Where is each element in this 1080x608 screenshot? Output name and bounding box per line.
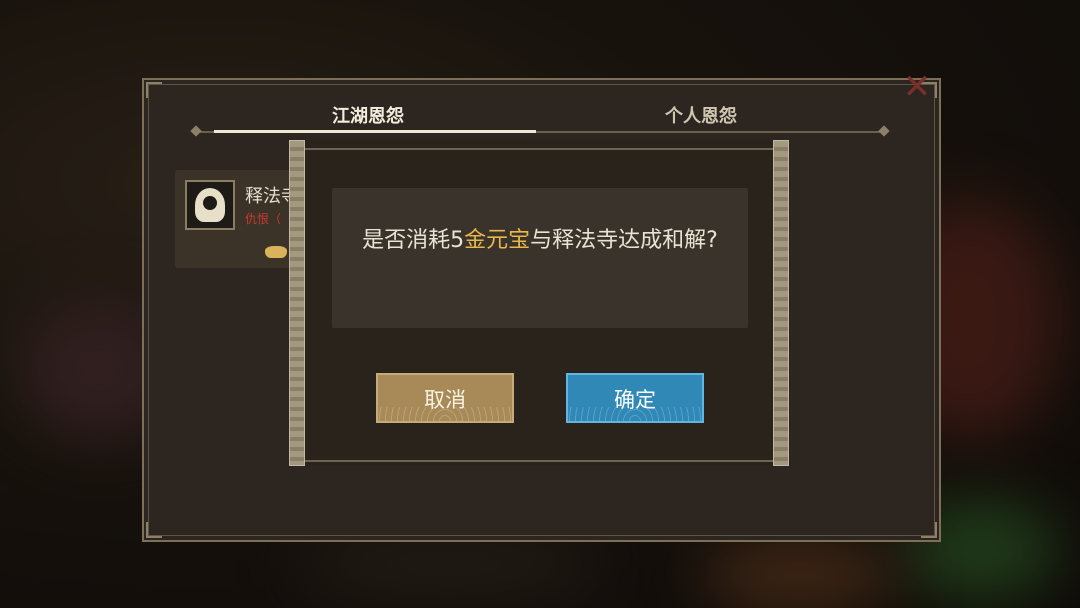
message-text-after: 与释法寺达成和解? (530, 228, 718, 253)
scroll-rod-right (773, 140, 789, 466)
tab-personal-feud[interactable]: 个人恩怨 (665, 102, 737, 128)
gold-ingot-icon (265, 246, 287, 258)
message-text-before: 是否消耗5 (362, 228, 465, 253)
close-icon[interactable]: ✕ (900, 70, 934, 106)
temple-emblem-glyph-inner (203, 196, 217, 210)
cancel-button[interactable]: 取消 (376, 373, 514, 423)
panel-corner (146, 82, 162, 98)
dialog-bottom-edge (305, 460, 773, 462)
tab-active-indicator (214, 130, 536, 133)
confirm-button[interactable]: 确定 (566, 373, 704, 423)
faction-status: 仇恨（ (245, 212, 282, 226)
tab-bar: 江湖恩怨 个人恩怨 (190, 100, 890, 137)
tab-divider-end (190, 125, 202, 137)
panel-corner (921, 522, 937, 538)
tab-divider-end (878, 125, 890, 137)
temple-emblem-icon (185, 180, 235, 230)
dialog-top-edge (305, 148, 773, 150)
tab-jianghu-feud[interactable]: 江湖恩怨 (332, 102, 404, 128)
dialog-message: 是否消耗5金元宝与释法寺达成和解? (340, 222, 740, 260)
panel-corner (146, 522, 162, 538)
message-highlight-currency: 金元宝 (464, 228, 531, 253)
cancel-button-label: 取消 (424, 388, 466, 412)
scroll-rod-left (289, 140, 305, 466)
confirm-button-label: 确定 (614, 388, 656, 412)
